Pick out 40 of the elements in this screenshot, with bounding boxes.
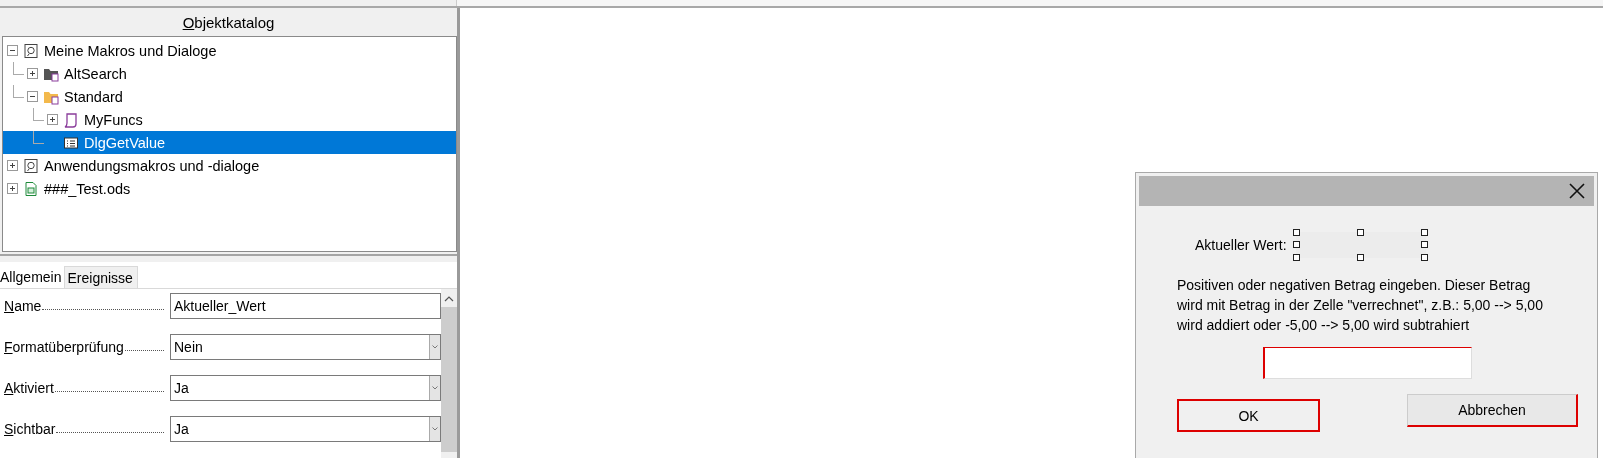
field-label: Aktueller Wert: [1195, 237, 1287, 253]
dialog-button[interactable]: Abbrechen [1407, 394, 1578, 427]
scroll-up-icon[interactable] [444, 296, 454, 302]
expand-icon[interactable] [7, 183, 18, 194]
property-label: Name [4, 298, 42, 314]
description-text: Positiven oder negativen Betrag eingeben. Dieser Betrag wird mit Betrag in der Zelle "verrechnet", z.B.: 5,00 --> 5,00 wird addiert oder -5,00 --> 5,00 wird subtrahiert [1177, 276, 1544, 335]
library-icon [23, 42, 39, 59]
dropdown[interactable]: Ja [170, 416, 441, 442]
tab[interactable]: Ereignisse [64, 266, 138, 288]
collapse-icon[interactable] [7, 45, 18, 56]
expand-icon[interactable] [7, 160, 18, 171]
property-label: Aktiviert [4, 380, 54, 396]
selected-control[interactable] [1295, 232, 1426, 258]
tree-item[interactable]: Anwendungsmakros und -dialoge [3, 154, 456, 177]
property-label: Sichtbar [4, 421, 56, 437]
dropdown[interactable]: Nein [170, 334, 441, 360]
tree-item[interactable]: ###_Test.ods [3, 177, 456, 200]
property-label: Formatüberprüfung [4, 339, 124, 355]
dialog-icon [63, 134, 79, 151]
tree-item[interactable]: Standard [3, 85, 456, 108]
spreadsheet-icon [23, 180, 39, 197]
tree-item[interactable]: AltSearch [3, 62, 456, 85]
chevron-down-icon[interactable] [432, 345, 438, 349]
panel-title: Objektkatalog [182, 13, 275, 31]
collapse-icon[interactable] [27, 91, 38, 102]
library-icon [23, 157, 39, 174]
chevron-down-icon[interactable] [432, 386, 438, 390]
close-icon[interactable] [1568, 182, 1586, 200]
expand-icon[interactable] [47, 114, 58, 125]
input-field[interactable] [1263, 347, 1472, 379]
expand-icon[interactable] [27, 68, 38, 79]
dialog-button[interactable]: OK [1177, 399, 1320, 432]
scrollbar[interactable] [441, 289, 457, 458]
tree-item[interactable]: DlgGetValue [3, 131, 456, 154]
text-field[interactable]: Aktueller_Wert [170, 293, 441, 319]
script-icon [63, 111, 79, 128]
chevron-down-icon[interactable] [432, 427, 438, 431]
tree-item[interactable]: Meine Makros und Dialoge [3, 39, 456, 62]
tree-item[interactable]: MyFuncs [3, 108, 456, 131]
dropdown[interactable]: Ja [170, 375, 441, 401]
